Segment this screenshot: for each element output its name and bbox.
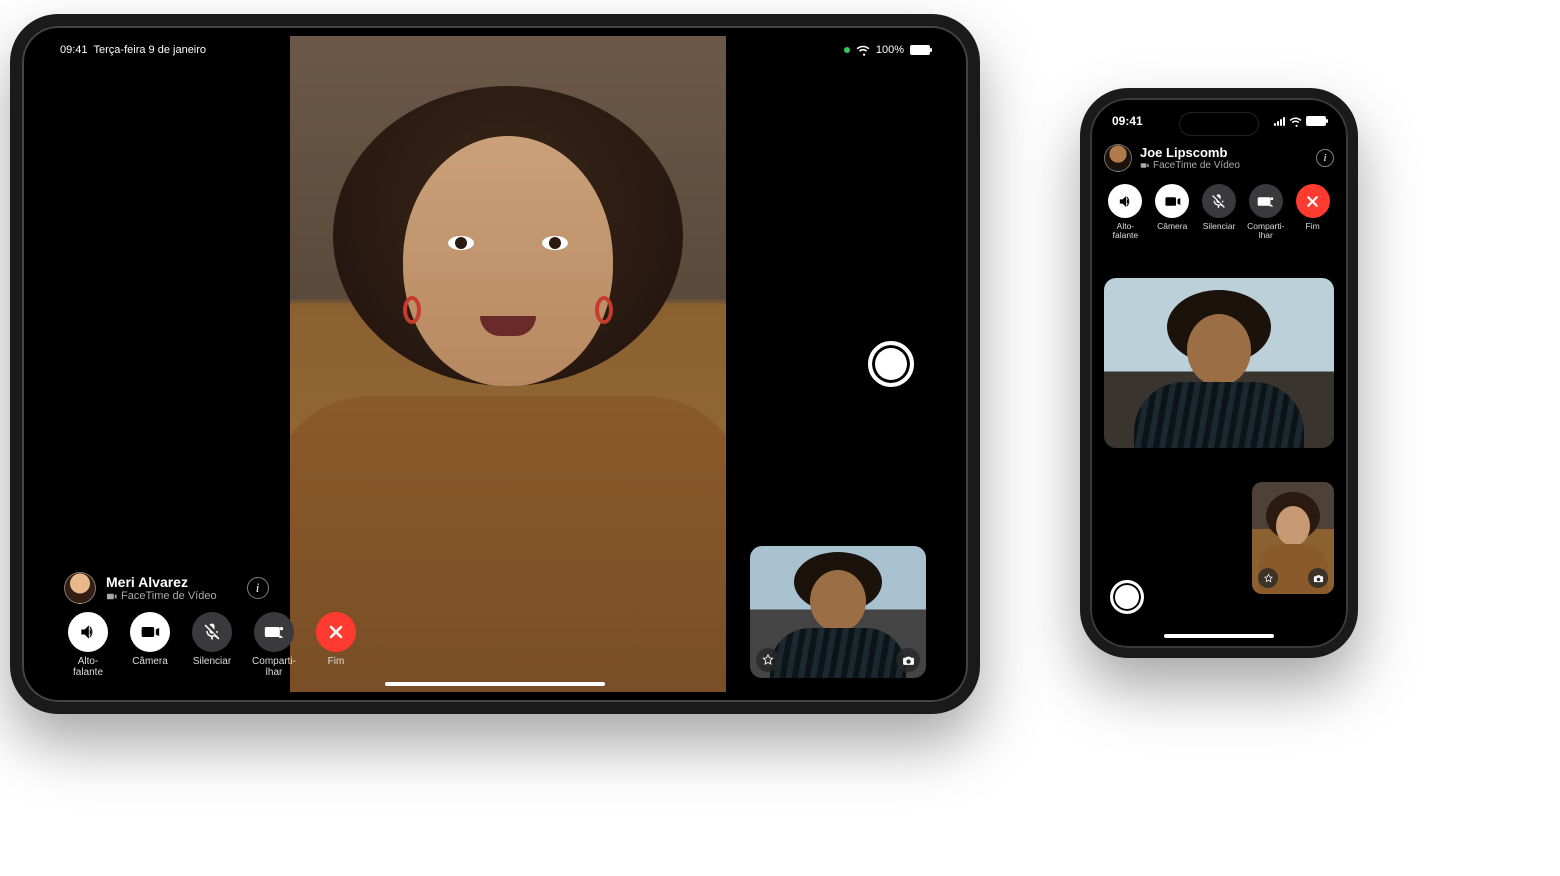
share-label: Comparti- lhar <box>1247 222 1284 241</box>
end-label: Fim <box>328 656 345 667</box>
statusbar-time: 09:41 <box>1112 114 1143 128</box>
iphone-screen: 09:41 Joe Lipscomb FaceTime de Vídeo i <box>1094 102 1344 644</box>
battery-percent: 100% <box>876 44 904 56</box>
live-photo-shutter-button[interactable] <box>1110 580 1144 614</box>
share-button[interactable] <box>254 612 294 652</box>
camera-active-dot-icon <box>844 47 850 53</box>
self-view-pip[interactable] <box>1252 482 1334 594</box>
ipad-device: 09:41 Terça-feira 9 de janeiro 100% Meri <box>10 14 980 714</box>
info-button[interactable]: i <box>247 577 269 599</box>
camera-label: Câmera <box>132 656 168 667</box>
wifi-icon <box>856 43 870 57</box>
speaker-label: Alto-falante <box>64 656 112 678</box>
wifi-icon <box>1289 115 1302 128</box>
call-type-label: FaceTime de Vídeo <box>106 590 217 602</box>
share-label: Comparti- lhar <box>252 656 296 678</box>
mute-label: Silenciar <box>1203 222 1236 231</box>
iphone-device: 09:41 Joe Lipscomb FaceTime de Vídeo i <box>1080 88 1358 658</box>
end-call-button[interactable] <box>316 612 356 652</box>
video-icon <box>106 591 117 602</box>
speaker-label: Alto-falante <box>1104 222 1147 241</box>
call-hud: Meri Alvarez FaceTime de Vídeo i Alto-fa… <box>64 572 360 678</box>
home-indicator[interactable] <box>1164 634 1274 638</box>
camera-button[interactable] <box>1155 184 1189 218</box>
share-button[interactable] <box>1249 184 1283 218</box>
home-indicator[interactable] <box>385 682 605 686</box>
self-view-pip[interactable] <box>750 546 926 678</box>
mute-label: Silenciar <box>193 656 231 667</box>
statusbar-date: Terça-feira 9 de janeiro <box>94 44 207 56</box>
speaker-button[interactable] <box>68 612 108 652</box>
caller-name: Meri Alvarez <box>106 574 217 590</box>
dynamic-island <box>1179 112 1259 136</box>
caller-avatar[interactable] <box>1104 144 1132 172</box>
battery-icon <box>1306 116 1326 126</box>
effects-button[interactable] <box>756 648 780 672</box>
info-button[interactable]: i <box>1316 149 1334 167</box>
end-call-button[interactable] <box>1296 184 1330 218</box>
mute-button[interactable] <box>192 612 232 652</box>
battery-icon <box>910 45 930 55</box>
call-type-label: FaceTime de Vídeo <box>1140 160 1308 171</box>
effects-button[interactable] <box>1258 568 1278 588</box>
cellular-icon <box>1274 117 1285 126</box>
call-hud: Joe Lipscomb FaceTime de Vídeo i Alto-fa… <box>1104 144 1334 241</box>
remote-video-feed[interactable] <box>1104 278 1334 448</box>
statusbar-time: 09:41 <box>60 44 88 56</box>
flip-camera-button[interactable] <box>896 648 920 672</box>
camera-label: Câmera <box>1157 222 1187 231</box>
caller-avatar[interactable] <box>64 572 96 604</box>
live-photo-shutter-button[interactable] <box>868 341 914 387</box>
mute-button[interactable] <box>1202 184 1236 218</box>
flip-camera-button[interactable] <box>1308 568 1328 588</box>
speaker-button[interactable] <box>1108 184 1142 218</box>
camera-button[interactable] <box>130 612 170 652</box>
end-label: Fim <box>1306 222 1320 231</box>
caller-name: Joe Lipscomb <box>1140 145 1308 160</box>
video-icon <box>1140 161 1149 170</box>
ipad-screen: 09:41 Terça-feira 9 de janeiro 100% Meri <box>50 36 940 692</box>
